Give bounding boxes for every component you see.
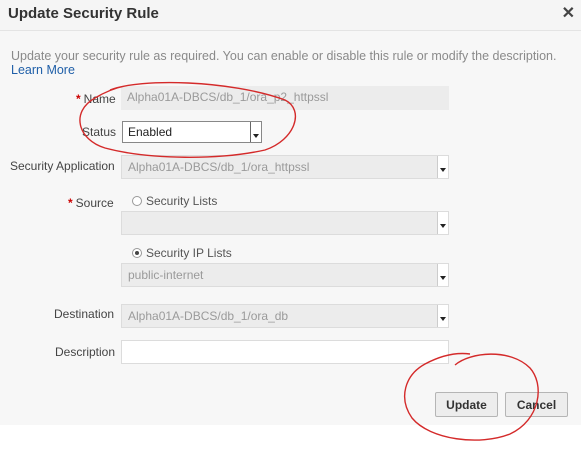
chevron-down-icon[interactable]: [437, 156, 448, 178]
chevron-down-icon[interactable]: [437, 212, 448, 234]
chevron-down-icon[interactable]: [437, 264, 448, 286]
security-lists-select[interactable]: [121, 211, 449, 235]
status-label: Status: [82, 125, 117, 139]
destination-label: Destination: [54, 307, 115, 321]
radio-unchecked-icon[interactable]: [132, 196, 142, 206]
required-marker: *: [68, 196, 73, 210]
update-button[interactable]: Update: [435, 392, 498, 417]
status-select[interactable]: Enabled: [122, 121, 262, 143]
learn-more-link[interactable]: Learn More: [11, 63, 75, 77]
radio-security-lists-label: Security Lists: [146, 194, 218, 208]
security-application-select[interactable]: Alpha01A-DBCS/db_1/ora_httpssl: [121, 155, 449, 179]
chevron-down-icon[interactable]: [250, 122, 261, 142]
dialog-description: Update your security rule as required. Y…: [11, 49, 557, 63]
required-marker: *: [76, 92, 81, 106]
security-ip-lists-value: public-internet: [128, 268, 204, 282]
radio-security-ip-lists[interactable]: Security IP Lists: [132, 246, 232, 260]
status-select-value: Enabled: [128, 125, 173, 139]
radio-security-ip-lists-label: Security IP Lists: [146, 246, 232, 260]
dialog-content: Update your security rule as required. Y…: [0, 31, 581, 425]
security-application-label: Security Application: [10, 159, 115, 173]
source-label-text: Source: [75, 196, 114, 210]
destination-value: Alpha01A-DBCS/db_1/ora_db: [128, 309, 289, 323]
description-input[interactable]: [121, 340, 449, 364]
cancel-button[interactable]: Cancel: [505, 392, 568, 417]
dialog-title-bar: Update Security Rule ✕: [0, 0, 581, 31]
chevron-down-icon[interactable]: [437, 305, 448, 327]
name-label-text: Name: [83, 92, 116, 106]
destination-select[interactable]: Alpha01A-DBCS/db_1/ora_db: [121, 304, 449, 328]
dialog-title: Update Security Rule: [8, 5, 159, 22]
radio-security-lists[interactable]: Security Lists: [132, 194, 217, 208]
close-icon[interactable]: ✕: [562, 3, 575, 23]
update-security-rule-dialog: Update Security Rule ✕ Update your secur…: [0, 0, 581, 425]
source-label: * Source: [68, 196, 114, 210]
radio-checked-icon[interactable]: [132, 248, 142, 258]
security-ip-lists-select[interactable]: public-internet: [121, 263, 449, 287]
name-field: Alpha01A-DBCS/db_1/ora_p2_httpssl: [121, 86, 449, 110]
description-label: Description: [55, 345, 116, 359]
name-label: * Name: [76, 92, 116, 106]
security-application-value: Alpha01A-DBCS/db_1/ora_httpssl: [128, 160, 310, 174]
